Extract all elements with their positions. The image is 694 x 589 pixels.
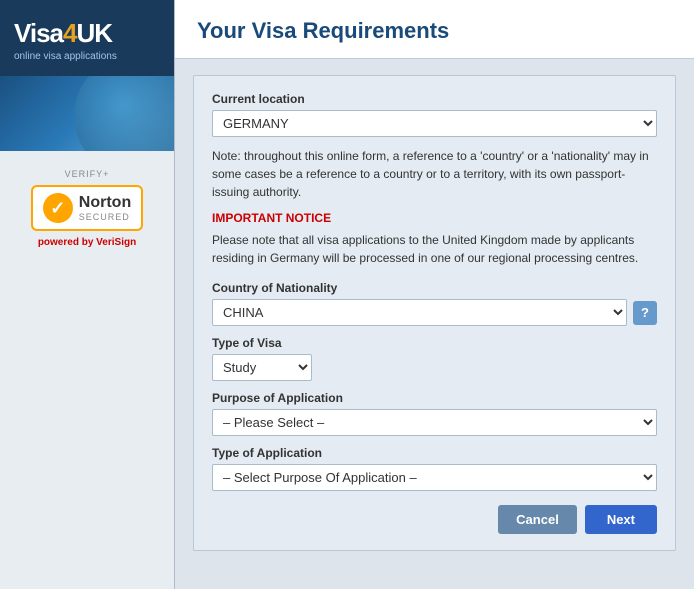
norton-verify-label: VERIFY+ bbox=[65, 169, 110, 179]
logo: Visa4UK bbox=[14, 18, 112, 49]
globe-icon bbox=[74, 76, 174, 151]
norton-name: Norton bbox=[79, 194, 131, 212]
current-location-label: Current location bbox=[212, 92, 657, 106]
norton-text: Norton SECURED bbox=[79, 194, 131, 222]
important-notice-label: IMPORTANT NOTICE bbox=[212, 211, 657, 225]
nationality-field: Country of Nationality CHINA INDIA PAKIS… bbox=[212, 281, 657, 326]
nationality-row: CHINA INDIA PAKISTAN ? bbox=[212, 299, 657, 326]
logo-four: 4 bbox=[63, 18, 76, 48]
page-title: Your Visa Requirements bbox=[197, 18, 672, 44]
norton-secured-label: SECURED bbox=[79, 212, 131, 222]
norton-area: VERIFY+ ✓ Norton SECURED powered by Veri… bbox=[21, 151, 153, 258]
logo-uk: UK bbox=[76, 18, 112, 48]
current-location-field: Current location GERMANY FRANCE UNITED K… bbox=[212, 92, 657, 137]
next-button[interactable]: Next bbox=[585, 505, 657, 534]
purpose-select[interactable]: – Please Select – Student Short-term Stu… bbox=[212, 409, 657, 436]
nationality-help-button[interactable]: ? bbox=[633, 301, 657, 325]
verisign-label: VeriSign bbox=[96, 237, 136, 248]
current-location-select[interactable]: GERMANY FRANCE UNITED KINGDOM bbox=[212, 110, 657, 137]
form-panel: Current location GERMANY FRANCE UNITED K… bbox=[193, 75, 676, 551]
app-type-label: Type of Application bbox=[212, 446, 657, 460]
notice-text: Please note that all visa applications t… bbox=[212, 231, 657, 267]
powered-by-label: powered by bbox=[38, 237, 94, 248]
cancel-button[interactable]: Cancel bbox=[498, 505, 577, 534]
visa-type-label: Type of Visa bbox=[212, 336, 657, 350]
logo-area: Visa4UK online visa applications bbox=[0, 0, 174, 76]
powered-by: powered by VeriSign bbox=[38, 237, 136, 248]
norton-badge: ✓ Norton SECURED bbox=[31, 185, 143, 231]
main-area: Your Visa Requirements Current location … bbox=[175, 0, 694, 589]
sidebar: Visa4UK online visa applications VERIFY+… bbox=[0, 0, 175, 589]
button-row: Cancel Next bbox=[212, 505, 657, 534]
header: Your Visa Requirements bbox=[175, 0, 694, 59]
logo-visa-text: Visa bbox=[14, 18, 63, 48]
visa-type-select[interactable]: Study Work Tourist bbox=[212, 354, 312, 381]
note-text: Note: throughout this online form, a ref… bbox=[212, 147, 657, 201]
globe-area bbox=[0, 76, 174, 151]
app-type-select[interactable]: – Select Purpose Of Application – New Ap… bbox=[212, 464, 657, 491]
logo-tagline: online visa applications bbox=[14, 51, 117, 62]
nationality-label: Country of Nationality bbox=[212, 281, 657, 295]
purpose-label: Purpose of Application bbox=[212, 391, 657, 405]
purpose-field: Purpose of Application – Please Select –… bbox=[212, 391, 657, 436]
nationality-select[interactable]: CHINA INDIA PAKISTAN bbox=[212, 299, 627, 326]
visa-type-field: Type of Visa Study Work Tourist bbox=[212, 336, 657, 381]
norton-checkmark-icon: ✓ bbox=[43, 193, 73, 223]
content-area: Current location GERMANY FRANCE UNITED K… bbox=[175, 59, 694, 589]
app-type-field: Type of Application – Select Purpose Of … bbox=[212, 446, 657, 491]
